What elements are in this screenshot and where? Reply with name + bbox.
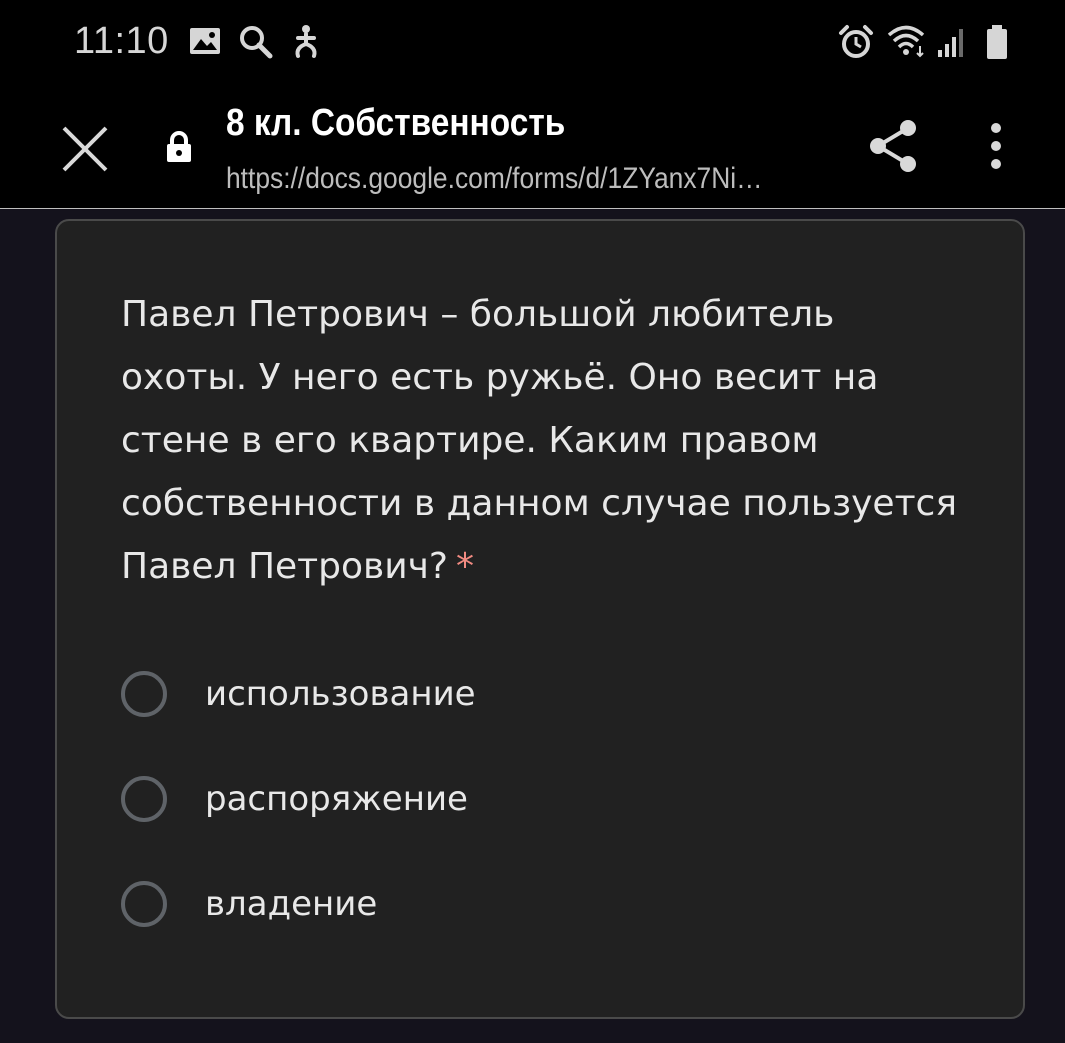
radio-button[interactable] (121, 881, 167, 927)
search-icon (238, 24, 274, 64)
browser-toolbar: 8 кл. Собственность https://docs.google.… (0, 84, 1065, 209)
share-button[interactable] (866, 118, 922, 178)
close-icon (62, 126, 108, 172)
image-icon (188, 24, 222, 62)
alarm-icon (838, 24, 874, 64)
question-text-block: Павел Петрович – большой любитель охоты.… (121, 283, 961, 598)
option-label: распоряжение (205, 779, 468, 819)
page-url[interactable]: https://docs.google.com/forms/d/1ZYanx7N… (226, 162, 763, 196)
status-bar: 11:10 (0, 0, 1065, 84)
signal-icon (936, 26, 966, 62)
status-time: 11:10 (74, 20, 169, 62)
wifi-icon (886, 24, 928, 62)
battery-icon (984, 24, 1010, 64)
question-card: Павел Петрович – большой любитель охоты.… (55, 219, 1025, 1019)
radio-button[interactable] (121, 776, 167, 822)
accessibility-icon (290, 24, 322, 64)
question-text: Павел Петрович – большой любитель охоты.… (121, 294, 957, 587)
required-mark: * (456, 546, 475, 587)
close-button[interactable] (56, 120, 114, 178)
radio-button[interactable] (121, 671, 167, 717)
option-rasporyazhenie[interactable]: распоряжение (121, 771, 821, 827)
option-label: владение (205, 884, 378, 924)
share-icon (870, 120, 916, 172)
option-label: использование (205, 674, 476, 714)
lock-icon (162, 130, 196, 168)
option-vladenie[interactable]: владение (121, 876, 821, 932)
page-title: 8 кл. Собственность (226, 102, 566, 144)
more-options-button[interactable] (978, 122, 1014, 174)
more-vert-icon (991, 123, 1001, 169)
option-ispolzovanie[interactable]: использование (121, 666, 821, 722)
